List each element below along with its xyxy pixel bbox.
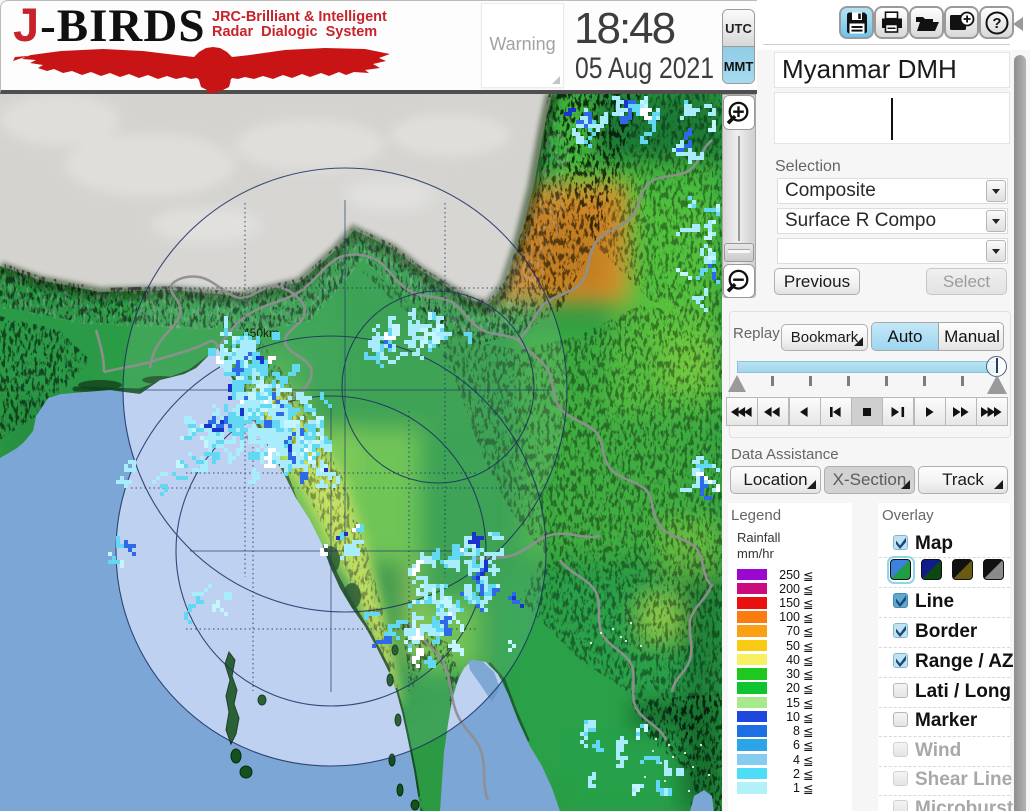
svg-text:?: ?	[992, 15, 1001, 32]
